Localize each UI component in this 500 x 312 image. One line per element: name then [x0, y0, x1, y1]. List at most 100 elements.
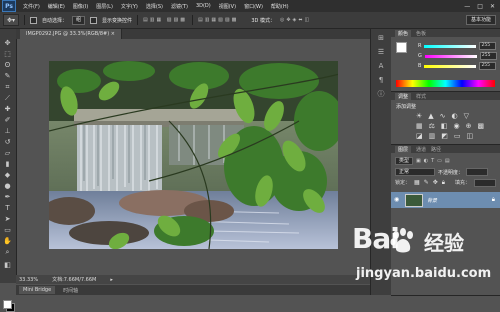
selective-color-icon[interactable]: ◫ — [467, 132, 474, 140]
hand-tool-icon[interactable]: ✋ — [3, 237, 12, 245]
crop-tool-icon[interactable]: ⌗ — [3, 83, 12, 91]
properties-panel-icon[interactable]: ☰ — [376, 47, 386, 57]
color-balance-icon[interactable]: ⚖ — [429, 122, 435, 130]
document-canvas[interactable] — [49, 61, 338, 249]
brightness-icon[interactable]: ☀ — [416, 112, 422, 120]
tab-timeline[interactable]: 时间轴 — [63, 287, 78, 294]
red-channel-slider[interactable] — [424, 44, 477, 48]
shape-tool-icon[interactable]: ▭ — [3, 226, 12, 234]
layer-name[interactable]: 背景 — [427, 197, 437, 204]
lock-position-icon[interactable]: ✥ — [433, 179, 438, 187]
filter-icons[interactable]: ▣◐T▭▤ — [416, 158, 453, 164]
eraser-tool-icon[interactable]: ▱ — [3, 149, 12, 157]
quick-select-tool-icon[interactable]: ✎ — [3, 72, 12, 80]
paragraph-panel-icon[interactable]: ¶ — [376, 75, 386, 85]
layer-filter-dropdown[interactable]: 类型 — [395, 157, 414, 165]
history-panel-icon[interactable]: ⊞ — [376, 33, 386, 43]
document-tab[interactable]: IMGP0292.JPG @ 33.3%(RGB/8#) × — [20, 29, 122, 39]
menu-image[interactable]: 图像(I) — [69, 3, 92, 10]
menu-filter[interactable]: 滤镜(T) — [167, 3, 192, 10]
opacity-field[interactable] — [466, 168, 489, 176]
blue-channel-value[interactable]: 255 — [479, 62, 497, 70]
menu-edit[interactable]: 编辑(E) — [44, 3, 69, 10]
red-channel-value[interactable]: 255 — [479, 42, 497, 50]
dodge-tool-icon[interactable]: ● — [3, 182, 12, 190]
marquee-tool-icon[interactable]: ⬚ — [3, 50, 12, 58]
lock-transparent-icon[interactable]: ▦ — [414, 179, 420, 187]
blue-channel-slider[interactable] — [424, 64, 477, 68]
move-tool-preset[interactable]: ✥▾ — [3, 14, 19, 26]
watermark-brand-cn: 经验 — [424, 231, 464, 255]
lock-all-icon[interactable]: 🔒︎ — [442, 179, 445, 187]
tab-layers[interactable]: 图层 — [395, 145, 412, 153]
path-select-tool-icon[interactable]: ➤ — [3, 215, 12, 223]
channel-mixer-icon[interactable]: ⊕ — [466, 122, 472, 130]
eye-icon[interactable]: ◉ — [394, 196, 399, 203]
history-brush-tool-icon[interactable]: ↺ — [3, 138, 12, 146]
transform-controls-checkbox[interactable] — [90, 16, 98, 24]
layer-row-background[interactable]: ◉ 背景 🔒︎ — [391, 192, 500, 208]
levels-icon[interactable]: ▲ — [428, 112, 433, 120]
auto-select-checkbox[interactable] — [30, 16, 37, 24]
photo-filter-icon[interactable]: ◉ — [454, 122, 460, 130]
lasso-tool-icon[interactable]: ʘ — [3, 61, 12, 69]
tab-swatches[interactable]: 色板 — [416, 30, 426, 37]
black-white-icon[interactable]: ◧ — [441, 122, 448, 130]
character-panel-icon[interactable]: A — [376, 61, 386, 71]
auto-select-dropdown[interactable]: 组 — [72, 15, 86, 25]
tab-channels[interactable]: 通道 — [416, 146, 426, 153]
menu-file[interactable]: 文件(F) — [19, 3, 44, 10]
healing-brush-tool-icon[interactable]: ✚ — [3, 105, 12, 113]
tab-adjustments[interactable]: 调整 — [395, 92, 412, 100]
default-colors-icon[interactable]: ◧ — [3, 261, 12, 269]
pen-tool-icon[interactable]: ✒ — [3, 193, 12, 201]
gradient-map-icon[interactable]: ▭ — [454, 132, 461, 140]
zoom-level[interactable]: 33.33% — [19, 277, 38, 283]
panel-foreground-color[interactable] — [396, 42, 407, 53]
zoom-tool-icon[interactable]: ⌕ — [3, 248, 12, 256]
foreground-color[interactable] — [3, 300, 12, 309]
menu-help[interactable]: 帮助(H) — [267, 3, 293, 10]
clone-stamp-tool-icon[interactable]: ⊥ — [3, 127, 12, 135]
eyedropper-tool-icon[interactable]: ⟋ — [3, 94, 12, 102]
vibrance-icon[interactable]: ▽ — [464, 112, 469, 120]
tab-mini-bridge[interactable]: Mini Bridge — [19, 286, 56, 294]
menu-window[interactable]: 窗口(W) — [240, 3, 267, 10]
exposure-icon[interactable]: ◐ — [452, 112, 458, 120]
menu-3d[interactable]: 3D(D) — [192, 3, 215, 9]
maximize-icon[interactable]: □ — [477, 3, 483, 10]
threshold-icon[interactable]: ◩ — [441, 132, 448, 140]
posterize-icon[interactable]: ▥ — [429, 132, 436, 140]
hue-saturation-icon[interactable]: ▦ — [416, 122, 423, 130]
blend-mode-dropdown[interactable]: 正常 — [395, 168, 435, 176]
type-tool-icon[interactable]: T — [3, 204, 12, 212]
move-tool-icon[interactable]: ✥ — [3, 39, 12, 47]
menu-type[interactable]: 文字(Y) — [117, 3, 142, 10]
green-channel-value[interactable]: 255 — [479, 52, 497, 60]
info-panel-icon[interactable]: ⓘ — [376, 89, 386, 99]
gradient-tool-icon[interactable]: ▮ — [3, 160, 12, 168]
color-lookup-icon[interactable]: ▩ — [478, 122, 485, 130]
menu-select[interactable]: 选择(S) — [142, 3, 167, 10]
blur-tool-icon[interactable]: ◆ — [3, 171, 12, 179]
brush-tool-icon[interactable]: ✐ — [3, 116, 12, 124]
3d-tool-icons[interactable]: ◎✥◈⬌◫ — [280, 17, 311, 23]
status-menu-arrow-icon[interactable]: ▸ — [110, 277, 113, 283]
workspace-dropdown[interactable]: 基本功能 — [465, 15, 496, 25]
menu-view[interactable]: 视图(V) — [215, 3, 240, 10]
lock-pixels-icon[interactable]: ✎ — [424, 179, 429, 187]
tab-styles[interactable]: 样式 — [416, 93, 426, 100]
invert-icon[interactable]: ◪ — [416, 132, 423, 140]
menu-layer[interactable]: 图层(L) — [92, 3, 117, 10]
tab-color[interactable]: 颜色 — [395, 29, 412, 37]
align-icons[interactable]: ▤▥▦ ▧▨▩ — [143, 17, 187, 23]
minimize-icon[interactable]: — — [464, 3, 470, 10]
curves-icon[interactable]: ∿ — [440, 112, 446, 120]
green-channel-slider[interactable] — [424, 54, 477, 58]
divider — [191, 15, 193, 25]
color-spectrum-ramp[interactable] — [396, 80, 495, 87]
distribute-icons[interactable]: ▤▥▦▧▨▩ — [198, 17, 238, 23]
fill-field[interactable] — [473, 179, 496, 187]
close-icon[interactable]: ✕ — [490, 3, 495, 10]
tab-paths[interactable]: 路径 — [431, 146, 441, 153]
